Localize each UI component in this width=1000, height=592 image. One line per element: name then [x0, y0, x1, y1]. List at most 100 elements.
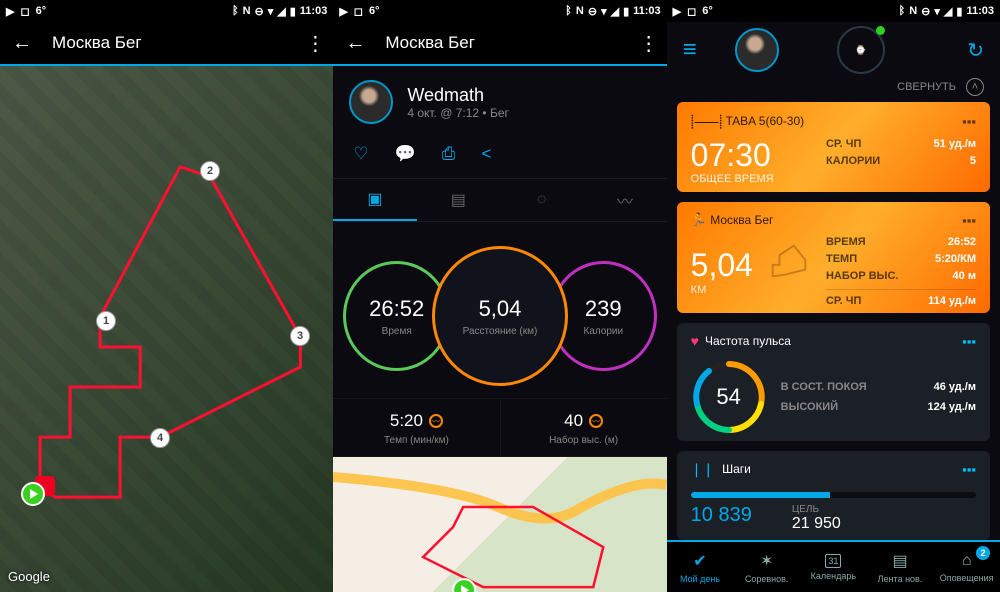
feed-icon: ▤ — [892, 551, 907, 571]
pace-icon: 〰 — [429, 414, 443, 428]
collapse-row[interactable]: СВЕРНУТЬ ˄ — [667, 78, 1000, 102]
nav-calendar[interactable]: 31 Календарь — [800, 542, 867, 592]
elevation-icon: 〰 — [589, 414, 603, 428]
barchart-icon[interactable]: ▪▪▪ — [962, 462, 976, 477]
barchart-icon[interactable]: ▪▪▪ — [962, 334, 976, 349]
map-satellite[interactable]: 1 2 3 4 Google — [0, 66, 333, 592]
clock: 11:03 — [300, 5, 328, 17]
map-marker[interactable]: 2 — [200, 161, 220, 181]
tab-route[interactable]: ◌ — [500, 179, 583, 221]
youtube-icon: ▶ — [673, 5, 681, 18]
avatar[interactable] — [735, 28, 779, 72]
nav-myday[interactable]: ✔ Мой день — [667, 542, 734, 592]
profile-row: Wedmath 4 окт. @ 7:12 • Бег — [333, 66, 666, 138]
tab-charts[interactable]: 〰 — [583, 179, 666, 221]
temperature: 6° — [702, 5, 713, 17]
steps-goal-label: ЦЕЛЬ — [792, 504, 841, 515]
chevron-up-icon: ˄ — [966, 78, 984, 96]
nfc-icon: N — [243, 5, 251, 17]
map-start-pin[interactable] — [20, 481, 40, 501]
battery-icon: ▮ — [290, 5, 296, 18]
status-bar: ▶ ◻ 6° ᛒ N ⊖ ▾ ◢ ▮ 11:03 — [333, 0, 666, 22]
device-ring[interactable]: ⌚ — [837, 26, 885, 74]
tab-laps[interactable]: ▤ — [417, 179, 500, 221]
dumbbell-icon: ⸽⸺⸽ — [691, 112, 723, 130]
header-title: Москва Бег — [52, 33, 305, 53]
more-icon[interactable]: ⋮ — [305, 31, 321, 56]
mini-route-icon — [765, 236, 813, 284]
more-icon[interactable]: ⋮ — [639, 31, 655, 56]
barchart-icon[interactable]: ▪▪▪ — [962, 213, 976, 228]
bluetooth-icon: ᛒ — [565, 5, 572, 17]
avatar[interactable] — [349, 80, 393, 124]
sync-icon[interactable]: ↻ — [967, 38, 984, 63]
inbox-icon: ⌂ — [962, 552, 972, 570]
screen-activity: ▶ ◻ 6° ᛒ N ⊖ ▾ ◢ ▮ 11:03 ← Москва Бег ⋮ … — [333, 0, 666, 592]
nav-compete[interactable]: ✶ Соревнов. — [733, 542, 800, 592]
run-label: КМ — [691, 284, 753, 296]
dnd-icon: ⊖ — [921, 5, 930, 18]
card-taba[interactable]: ⸽⸺⸽ TABA 5(60-30) ▪▪▪ 07:30 ОБЩЕЕ ВРЕМЯ … — [677, 102, 990, 192]
barchart-icon[interactable]: ▪▪▪ — [962, 114, 976, 129]
clock: 11:03 — [633, 5, 661, 17]
wifi-icon: ▾ — [934, 5, 940, 18]
card-title: Москва Бег — [710, 213, 773, 227]
alerts-badge: 2 — [976, 546, 990, 560]
route-line — [0, 66, 333, 592]
temperature: 6° — [369, 5, 380, 17]
google-attribution: Google — [8, 569, 50, 584]
clock: 11:03 — [966, 5, 994, 17]
calendar-icon: 31 — [825, 554, 841, 568]
stat-pace[interactable]: 5:20〰 Темп (мин/км) — [333, 399, 499, 456]
status-bar: ▶ ◻ 6° ᛒ N ⊖ ▾ ◢ ▮ 11:03 — [0, 0, 333, 22]
trophy-icon: ✶ — [760, 551, 773, 571]
steps-goal-value: 21 950 — [792, 515, 841, 533]
share-icon[interactable]: < — [481, 144, 491, 164]
wifi-icon: ▾ — [601, 5, 607, 18]
cards-scroll[interactable]: ⸽⸺⸽ TABA 5(60-30) ▪▪▪ 07:30 ОБЩЕЕ ВРЕМЯ … — [667, 102, 1000, 540]
youtube-icon: ▶ — [6, 5, 14, 18]
card-run[interactable]: 🏃 Москва Бег ▪▪▪ 5,04 КМ ВРЕМЯ26:52 ТЕМП… — [677, 202, 990, 313]
username: Wedmath — [407, 85, 509, 106]
metric-distance[interactable]: 5,04 Расстояние (км) — [432, 246, 568, 386]
burger-icon[interactable]: ≡ — [683, 36, 697, 64]
map-marker[interactable]: 1 — [96, 311, 116, 331]
screenshot-icon: ◻ — [20, 5, 29, 18]
steps-icon: ❘❘ — [691, 461, 714, 478]
card-title: TABA 5(60-30) — [726, 114, 804, 128]
camera-icon[interactable]: ⎙ — [442, 144, 456, 164]
top-row: ≡ ⌚ ↻ — [667, 22, 1000, 78]
like-icon[interactable]: ♡ — [353, 144, 368, 164]
tab-overview[interactable]: ▣ — [333, 179, 416, 221]
metric-circles: 26:52 Время 5,04 Расстояние (км) 239 Кал… — [333, 222, 666, 398]
map-marker[interactable]: 4 — [150, 428, 170, 448]
comment-icon[interactable]: 💬 — [395, 144, 416, 164]
nav-feed[interactable]: ▤ Лента нов. — [867, 542, 934, 592]
taba-label: ОБЩЕЕ ВРЕМЯ — [691, 173, 774, 185]
run-value: 5,04 — [691, 248, 753, 283]
bottom-nav: ✔ Мой день ✶ Соревнов. 31 Календарь ▤ Ле… — [667, 540, 1000, 592]
nfc-icon: N — [909, 5, 917, 17]
back-icon[interactable]: ← — [345, 32, 365, 55]
card-title: Шаги — [722, 462, 751, 476]
card-title: Частота пульса — [705, 334, 791, 348]
map-light[interactable] — [333, 457, 666, 592]
map-marker[interactable]: 3 — [290, 326, 310, 346]
signal-icon: ◢ — [944, 5, 952, 18]
back-icon[interactable]: ← — [12, 32, 32, 55]
running-icon: 🏃 — [691, 212, 707, 228]
taba-value: 07:30 — [691, 138, 774, 173]
screen-myday: ▶ ◻ 6° ᛒ N ⊖ ▾ ◢ ▮ 11:03 ≡ ⌚ ↻ СВЕРНУТЬ … — [667, 0, 1000, 592]
youtube-icon: ▶ — [339, 5, 347, 18]
nav-alerts[interactable]: ⌂ Оповещения 2 — [933, 542, 1000, 592]
collapse-label: СВЕРНУТЬ — [897, 81, 956, 93]
wifi-icon: ▾ — [268, 5, 274, 18]
bluetooth-icon: ᛒ — [232, 5, 239, 17]
check-icon: ✔ — [693, 551, 706, 571]
steps-value: 10 839 — [691, 504, 752, 533]
stat-gain[interactable]: 40〰 Набор выс. (м) — [501, 399, 667, 456]
card-hr[interactable]: ♥ Частота пульса ▪▪▪ 54 В С — [677, 323, 990, 440]
tabs: ▣ ▤ ◌ 〰 — [333, 178, 666, 222]
card-steps[interactable]: ❘❘ Шаги ▪▪▪ 10 839 ЦЕЛЬ 21 950 — [677, 451, 990, 540]
screenshot-icon: ◻ — [354, 5, 363, 18]
